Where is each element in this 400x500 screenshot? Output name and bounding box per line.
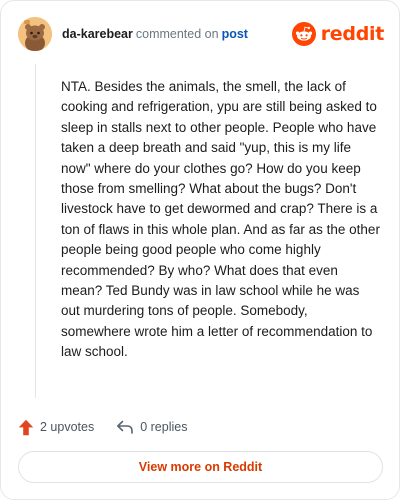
comment-card: da-karebear commented on post reddit NTA. … bbox=[0, 0, 400, 500]
username-link[interactable]: da-karebear bbox=[62, 27, 133, 41]
post-link[interactable]: post bbox=[222, 27, 248, 41]
upvote-button[interactable]: 2 upvotes bbox=[18, 419, 94, 436]
reply-count: 0 replies bbox=[140, 420, 188, 434]
reply-button[interactable]: 0 replies bbox=[116, 419, 187, 435]
view-more-button[interactable]: View more on Reddit bbox=[18, 451, 383, 483]
comment-actions: 2 upvotes 0 replies bbox=[18, 416, 209, 438]
thread-line bbox=[35, 64, 36, 398]
reply-arrow-icon bbox=[117, 420, 134, 434]
comment-body: NTA. Besides the animals, the smell, the… bbox=[61, 79, 380, 360]
upvote-arrow-icon bbox=[18, 419, 34, 435]
commented-on-text: commented on bbox=[135, 27, 219, 41]
reddit-brand[interactable]: reddit bbox=[291, 22, 385, 46]
reddit-wordmark: reddit bbox=[320, 23, 385, 45]
reddit-logo-icon bbox=[291, 22, 316, 46]
comment-meta: da-karebear commented on post bbox=[62, 26, 248, 42]
comment-header: da-karebear commented on post reddit bbox=[18, 16, 384, 52]
upvote-count: 2 upvotes bbox=[40, 420, 95, 434]
snoo-avatar-icon[interactable] bbox=[18, 17, 52, 51]
